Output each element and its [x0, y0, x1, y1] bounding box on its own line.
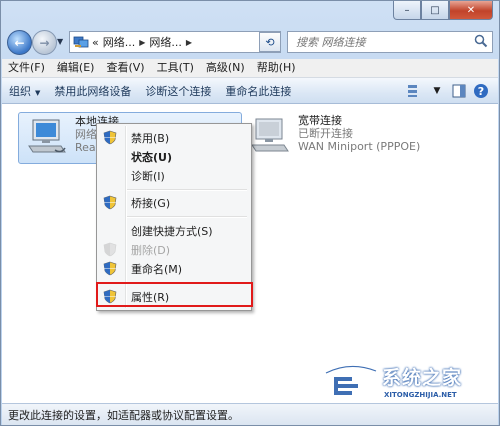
connection-name: 宽带连接 [298, 114, 342, 127]
watermark-title: 系统之家 [382, 367, 463, 389]
connection-text-broadband: 宽带连接 已断开连接 WAN Miniport (PPPOE) [298, 112, 420, 156]
menu-item-create-shortcut[interactable]: 创建快捷方式(S) [99, 220, 249, 240]
menu-item-disable[interactable]: 禁用(B) [99, 127, 249, 147]
watermark-logo-icon [325, 365, 377, 395]
breadcrumb: « 网络... ▶ 网络... ▶ [92, 34, 196, 50]
breadcrumb-chevron-icon[interactable]: ▶ [186, 38, 192, 47]
menu-separator [127, 216, 247, 218]
uac-shield-icon [103, 130, 117, 145]
connection-item-broadband[interactable]: 宽带连接 已断开连接 WAN Miniport (PPPOE) [242, 112, 420, 156]
menu-item-label: 创建快捷方式(S) [131, 225, 213, 238]
site-watermark: 系统之家 XITONGZHIJIA.NET [322, 361, 492, 405]
minimize-button[interactable]: – [393, 1, 421, 20]
menu-item-label: 禁用(B) [131, 132, 170, 145]
connection-status: 已断开连接 [298, 127, 353, 140]
menu-tools[interactable]: 工具(T) [151, 59, 200, 77]
connection-device: WAN Miniport (PPPOE) [298, 140, 421, 153]
menu-item-bridge[interactable]: 桥接(G) [99, 192, 249, 212]
watermark-subtitle: XITONGZHIJIA.NET [384, 391, 457, 399]
preview-pane-icon [452, 84, 466, 97]
recent-pages-dropdown-icon[interactable]: ▼ [57, 37, 63, 46]
search-box[interactable] [287, 31, 493, 53]
forward-button[interactable]: → [32, 30, 57, 55]
menu-edit[interactable]: 编辑(E) [51, 59, 101, 77]
menu-advanced[interactable]: 高级(N) [200, 59, 251, 77]
more-views-dropdown-icon[interactable]: ▼ [426, 82, 448, 100]
breadcrumb-item-network-2[interactable]: 网络... [149, 34, 182, 50]
search-input[interactable] [294, 34, 468, 50]
menu-item-label: 重命名(M) [131, 263, 183, 276]
svg-text:?: ? [478, 85, 484, 98]
network-adapter-icon [28, 119, 66, 153]
menu-view[interactable]: 查看(V) [100, 59, 150, 77]
close-button[interactable]: ✕ [449, 1, 493, 20]
search-icon[interactable] [474, 34, 488, 48]
menu-help[interactable]: 帮助(H) [251, 59, 302, 77]
organize-dropdown-icon: ▼ [35, 88, 41, 97]
command-bar: 组织 ▼ 禁用此网络设备 诊断这个连接 重命名此连接 ▼ ? [2, 78, 498, 104]
menu-item-delete: 删除(D) [99, 239, 249, 259]
menu-item-label: 诊断(I) [131, 170, 165, 183]
rename-button[interactable]: 重命名此连接 [218, 83, 298, 99]
properties-highlight-box [96, 282, 253, 307]
menu-item-status[interactable]: 状态(U) [99, 146, 249, 166]
help-button[interactable]: ? [470, 82, 492, 100]
view-controls: ▼ ? [404, 82, 498, 100]
change-view-icon [408, 84, 417, 97]
network-connections-folder-icon [73, 36, 89, 48]
diagnose-button[interactable]: 诊断这个连接 [138, 83, 218, 99]
organize-button[interactable]: 组织 ▼ [2, 83, 47, 99]
menu-item-label: 删除(D) [131, 244, 171, 257]
organize-label: 组织 [9, 84, 31, 98]
menu-item-diagnose[interactable]: 诊断(I) [99, 165, 249, 185]
status-text: 更改此连接的设置，如适配器或协议配置设置。 [8, 408, 239, 422]
window-caption-buttons: – □ ✕ [393, 1, 493, 20]
breadcrumb-item-network-1[interactable]: 网络... [103, 34, 136, 50]
uac-shield-icon [103, 261, 117, 276]
breadcrumb-overflow[interactable]: « [92, 36, 99, 49]
back-button[interactable]: ← [7, 30, 32, 55]
status-bar: 更改此连接的设置，如适配器或协议配置设置。 [2, 403, 498, 425]
menu-file[interactable]: 文件(F) [2, 59, 51, 77]
preview-pane-button[interactable] [448, 82, 470, 100]
navigation-bar: ← → ▼ « 网络... ▶ 网络... ▶ ▼ ⟲ [7, 29, 493, 55]
refresh-button[interactable]: ⟲ [259, 32, 281, 52]
menu-separator [127, 189, 247, 191]
refresh-icon: ⟲ [265, 35, 275, 49]
address-bar[interactable]: « 网络... ▶ 网络... ▶ ▼ [69, 31, 281, 53]
menu-item-rename[interactable]: 重命名(M) [99, 258, 249, 278]
disable-device-button[interactable]: 禁用此网络设备 [47, 83, 138, 99]
uac-shield-icon [103, 242, 117, 257]
change-view-button[interactable] [404, 82, 426, 100]
menu-item-label: 状态(U) [131, 151, 172, 164]
maximize-button[interactable]: □ [421, 1, 449, 20]
breadcrumb-chevron-icon[interactable]: ▶ [139, 38, 145, 47]
menu-item-label: 桥接(G) [131, 197, 171, 210]
help-icon: ? [474, 83, 488, 98]
uac-shield-icon [103, 195, 117, 210]
broadband-adapter-icon [251, 118, 289, 152]
menu-bar: 文件(F) 编辑(E) 查看(V) 工具(T) 高级(N) 帮助(H) [2, 59, 498, 78]
